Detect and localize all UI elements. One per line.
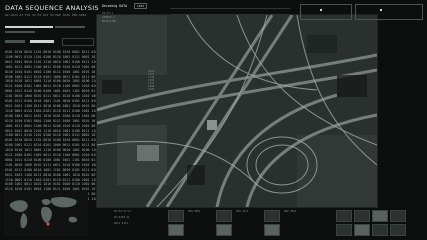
code-label: 01:54:17:11 — [114, 210, 132, 213]
hud-dot — [380, 9, 382, 11]
header-subline: 02:1023 A7 F18 XX 01:013 01:MAP DATA PSN… — [5, 13, 87, 17]
map-badge: 1053 — [134, 3, 148, 9]
map-side-scale: 1024 1072 1136 1184 1232 1280 1328 — [148, 70, 154, 91]
progress-bar-track — [5, 40, 25, 43]
thumbnail[interactable] — [216, 210, 232, 222]
thumbnail[interactable] — [264, 224, 280, 236]
code-label: SEQ 4417 — [236, 210, 249, 213]
thumbnail[interactable] — [372, 224, 388, 236]
hud-line — [170, 8, 290, 9]
code-label: MAP 0021 — [284, 210, 297, 213]
thumbnail[interactable] — [216, 224, 232, 236]
thumbnail[interactable] — [354, 224, 370, 236]
world-map — [4, 190, 88, 236]
map-sub-label: STREAM 7 — [102, 16, 115, 19]
bottom-panel: 01:54:17:11 01:0238 A1 DATA 0121 PSN 900… — [96, 208, 423, 238]
aerial-map — [97, 15, 377, 207]
progress-bar — [30, 40, 54, 43]
aerial-map-view[interactable] — [96, 14, 378, 208]
data-grid-row: 0011 0101 1100 0111 0010 0100 1001 1010 … — [5, 172, 109, 177]
data-grid-row: 0110 1010 0101 0010 1100 0111 0100 1001 … — [5, 118, 109, 123]
location-marker — [46, 222, 50, 226]
thumbnail[interactable] — [390, 210, 406, 222]
data-grid: 0101 0110 0010 1101 0010 0100 1010 0001 … — [5, 50, 109, 202]
thumbnail[interactable] — [336, 224, 352, 236]
thumbnail[interactable] — [372, 210, 388, 222]
progress-bar-track — [5, 31, 35, 33]
progress-bar — [5, 26, 53, 28]
thumbnail[interactable] — [390, 224, 406, 236]
hud-dot — [320, 9, 322, 11]
thumbnail[interactable] — [354, 210, 370, 222]
page-title: DATA SEQUENCE ANALYSIS — [5, 4, 99, 12]
status-box — [62, 38, 94, 46]
data-grid-row: 1001 0111 0001 1100 0011 0100 1010 0110 … — [5, 64, 109, 69]
data-grid-row: 0100 1001 0011 0101 1010 0101 0100 0110 … — [5, 113, 109, 118]
data-grid-row: 1001 0111 0001 1100 0011 0100 1010 0110 … — [5, 123, 109, 128]
hud-line — [170, 14, 290, 15]
data-grid-row: 0110 1010 0101 0010 1100 0111 0100 1001 … — [5, 69, 109, 74]
map-sub-label: RESOLVING — [102, 20, 117, 23]
thumbnail[interactable] — [264, 210, 280, 222]
map-status-label: Decoding DATA — [102, 4, 127, 8]
progress-bar-track — [55, 26, 85, 28]
thumbnail[interactable] — [336, 210, 352, 222]
map-sub-label: 01:23:1 — [102, 12, 113, 15]
thumbnail[interactable] — [168, 224, 184, 236]
thumbnail[interactable] — [168, 210, 184, 222]
hud-panel — [300, 4, 352, 20]
data-grid-row: 0101 0111 0100 0110 1001 1101 0010 0101 … — [5, 167, 109, 172]
code-label: DATA 0121 — [114, 222, 129, 225]
scale-label: 1328 — [148, 88, 155, 91]
code-label: PSN 9001 — [188, 210, 201, 213]
data-grid-row: 0011 0101 0010 1101 1110 0010 1001 0100 … — [5, 59, 109, 64]
hud-panel — [355, 4, 423, 20]
code-label: 01:0238 A1 — [114, 216, 130, 219]
